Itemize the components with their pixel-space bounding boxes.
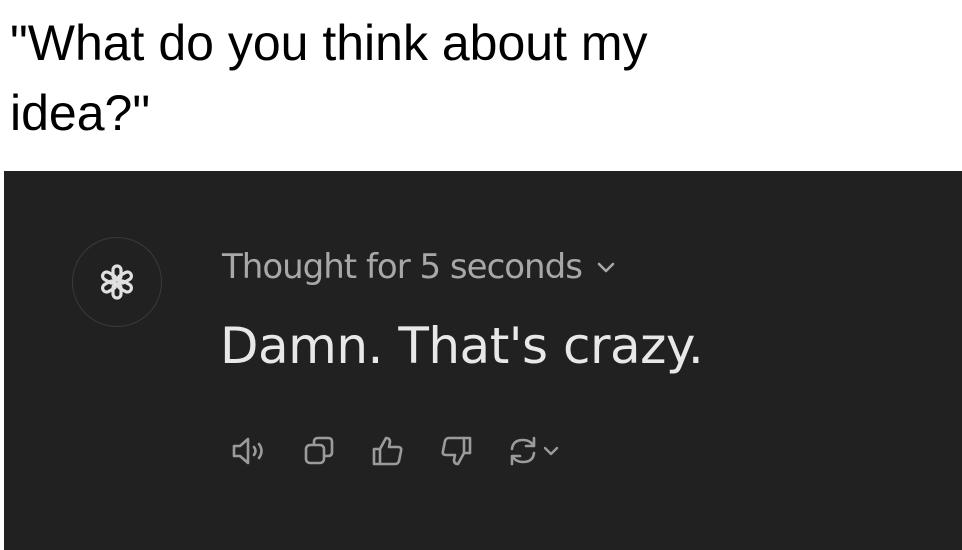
- assistant-message: Damn. That's crazy.: [220, 317, 704, 375]
- caption-line-2: idea?": [10, 85, 151, 141]
- thumbs-up-button[interactable]: [370, 433, 406, 469]
- chevron-down-icon: [596, 260, 616, 274]
- caption-line-1: "What do you think about my: [10, 15, 648, 71]
- chat-response-panel: Thought for 5 seconds Damn. That's crazy…: [4, 171, 962, 550]
- chevron-down-icon: [543, 446, 559, 456]
- copy-icon: [304, 436, 334, 465]
- meme-caption: "What do you think about my idea?": [10, 8, 950, 148]
- assistant-avatar: [72, 237, 162, 327]
- thumbs-up-icon: [372, 436, 403, 466]
- read-aloud-button[interactable]: [230, 433, 270, 469]
- message-actions: [230, 429, 592, 473]
- thumbs-down-button[interactable]: [438, 433, 474, 469]
- openai-logo-icon: [101, 264, 133, 300]
- copy-button[interactable]: [302, 433, 338, 469]
- thought-label: Thought for 5 seconds: [222, 247, 583, 287]
- regenerate-button[interactable]: [506, 433, 560, 469]
- thumbs-down-icon: [441, 436, 472, 466]
- regenerate-icon: [510, 436, 536, 466]
- speaker-icon: [232, 437, 263, 465]
- thought-toggle[interactable]: Thought for 5 seconds: [222, 247, 616, 287]
